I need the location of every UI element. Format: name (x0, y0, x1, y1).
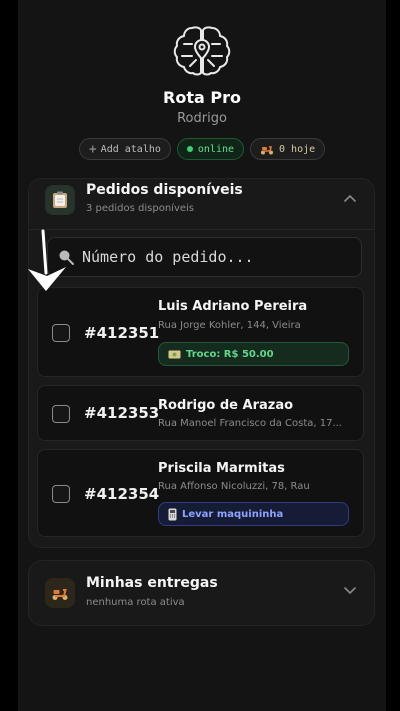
card-machine-icon (168, 508, 177, 520)
online-dot-icon (186, 146, 193, 152)
panel-divider (29, 229, 374, 230)
today-count-chip[interactable]: 0 hoje (250, 138, 326, 160)
add-shortcut-label: Add atalho (100, 143, 161, 155)
order-checkbox[interactable] (52, 485, 70, 503)
available-orders-title: Pedidos disponíveis (86, 182, 243, 198)
available-orders-panel: Pedidos disponíveis 3 pedidos disponívei… (28, 178, 375, 548)
chevron-down-icon[interactable] (344, 587, 356, 595)
order-card[interactable]: #412354 Priscila Marmitas Rua Affonso Ni… (37, 449, 364, 537)
app-screen: Rota Pro Rodrigo + Add atalho online 0 h… (18, 0, 386, 711)
online-status-label: online (197, 143, 235, 155)
order-checkbox[interactable] (52, 405, 70, 423)
customer-name: Rodrigo de Arazao (158, 398, 294, 413)
right-edge (386, 0, 400, 711)
app-title: Rota Pro (163, 88, 241, 107)
clipboard-icon (45, 185, 75, 215)
order-checkbox[interactable] (52, 324, 70, 342)
order-search-box[interactable] (47, 237, 362, 277)
order-search-input[interactable] (80, 247, 354, 267)
card-machine-label: Levar maquininha (182, 508, 284, 520)
my-deliveries-title: Minhas entregas (86, 575, 218, 591)
scooter-icon (45, 578, 75, 608)
my-deliveries-panel[interactable]: Minhas entregas nenhuma rota ativa (28, 560, 375, 626)
cash-icon (168, 350, 181, 358)
user-name: Rodrigo (177, 111, 227, 126)
left-edge (0, 0, 18, 711)
order-number: #412353 (84, 404, 160, 422)
available-orders-header[interactable]: Pedidos disponíveis 3 pedidos disponívei… (29, 179, 374, 229)
add-shortcut-chip[interactable]: + Add atalho (78, 138, 171, 160)
available-orders-count: 3 pedidos disponíveis (86, 203, 194, 214)
card-machine-badge: Levar maquininha (158, 502, 349, 526)
online-status-chip[interactable]: online (176, 138, 245, 160)
order-card[interactable]: #412353 Rodrigo de Arazao Rua Manoel Fra… (37, 385, 364, 441)
plus-icon: + (88, 141, 97, 157)
customer-name: Priscila Marmitas (158, 461, 285, 476)
customer-address: Rua Manoel Francisco da Costa, 17... (158, 418, 342, 429)
change-badge-label: Troco: R$ 50.00 (186, 348, 274, 360)
scooter-icon (261, 146, 274, 155)
my-deliveries-status: nenhuma rota ativa (86, 597, 185, 608)
today-count-label: 0 hoje (279, 143, 316, 155)
order-number: #412351 (84, 324, 160, 342)
change-badge: Troco: R$ 50.00 (158, 342, 349, 366)
brain-map-logo-icon (173, 26, 231, 76)
order-number: #412354 (84, 485, 160, 503)
chip-row: + Add atalho online 0 hoje (18, 138, 386, 160)
chevron-up-icon[interactable] (344, 194, 356, 202)
customer-address: Rua Affonso Nicoluzzi, 78, Rau (158, 481, 310, 492)
pointer-arrow-icon (28, 229, 66, 291)
customer-address: Rua Jorge Kohler, 144, Vieira (158, 320, 301, 331)
customer-name: Luis Adriano Pereira (158, 299, 308, 314)
order-card[interactable]: #412351 Luis Adriano Pereira Rua Jorge K… (37, 287, 364, 377)
